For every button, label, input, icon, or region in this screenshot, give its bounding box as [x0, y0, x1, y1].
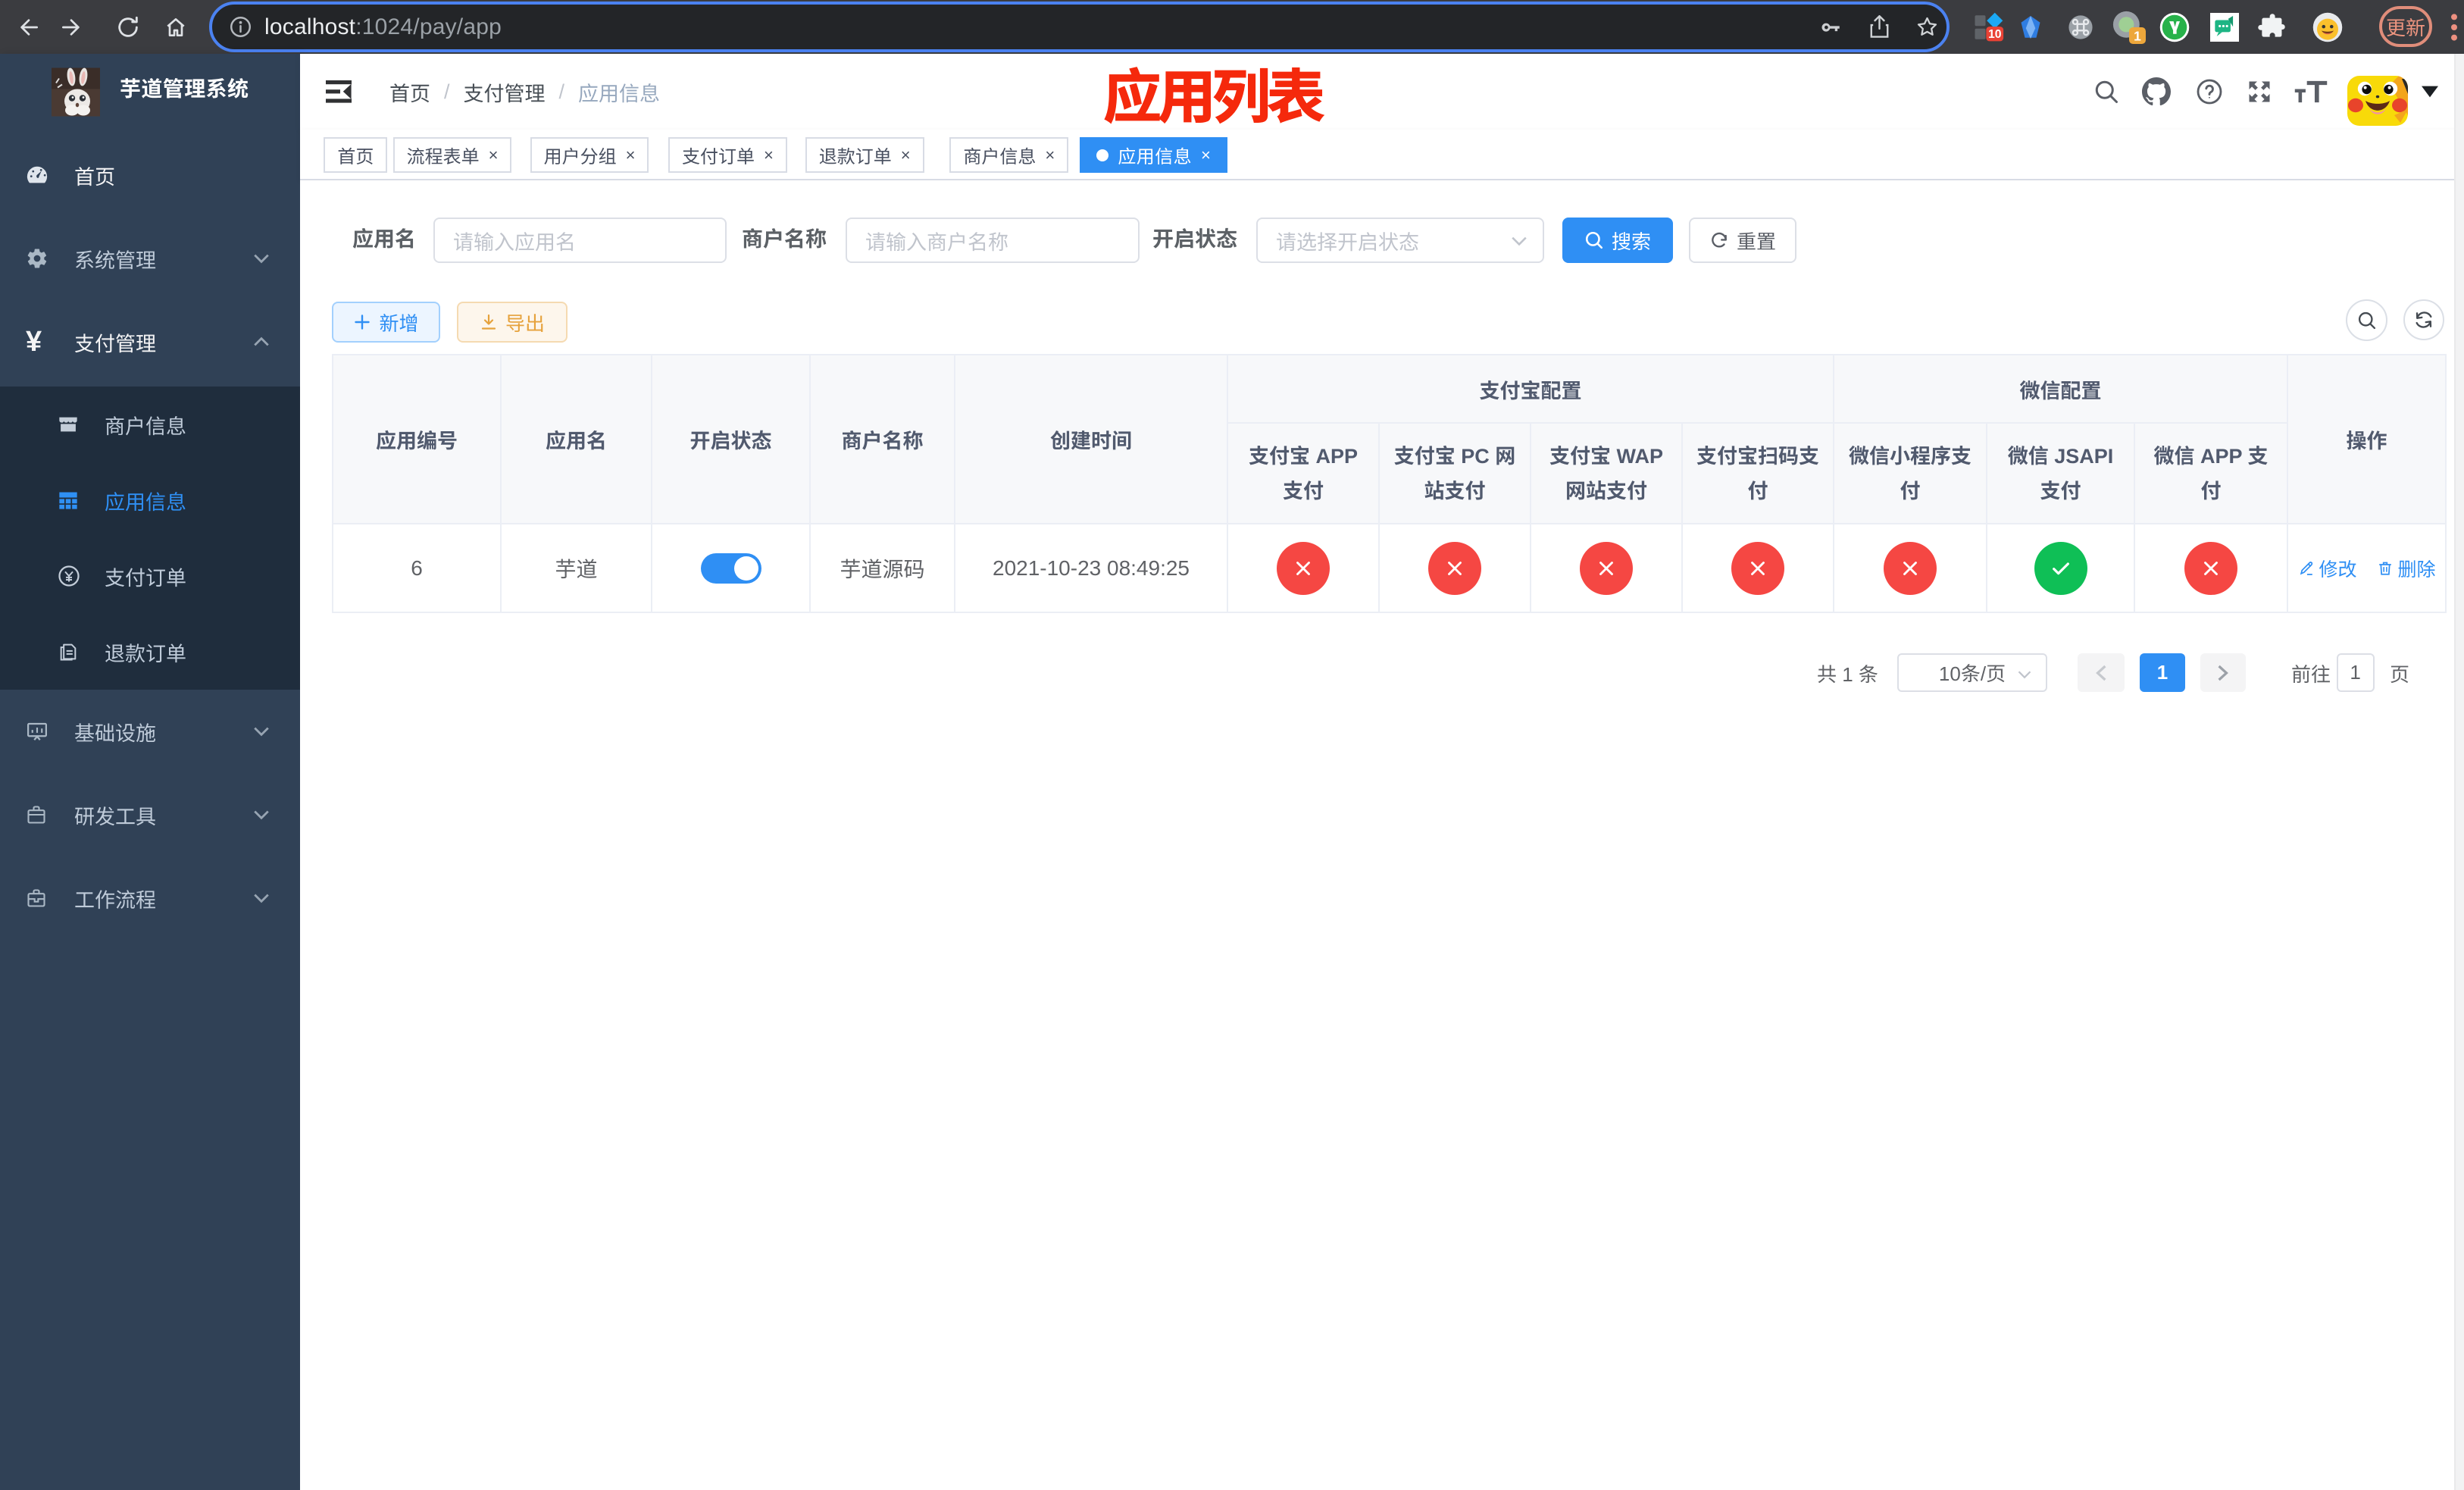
svg-text:10: 10 — [1988, 28, 2002, 41]
svg-text:1: 1 — [2134, 28, 2141, 43]
